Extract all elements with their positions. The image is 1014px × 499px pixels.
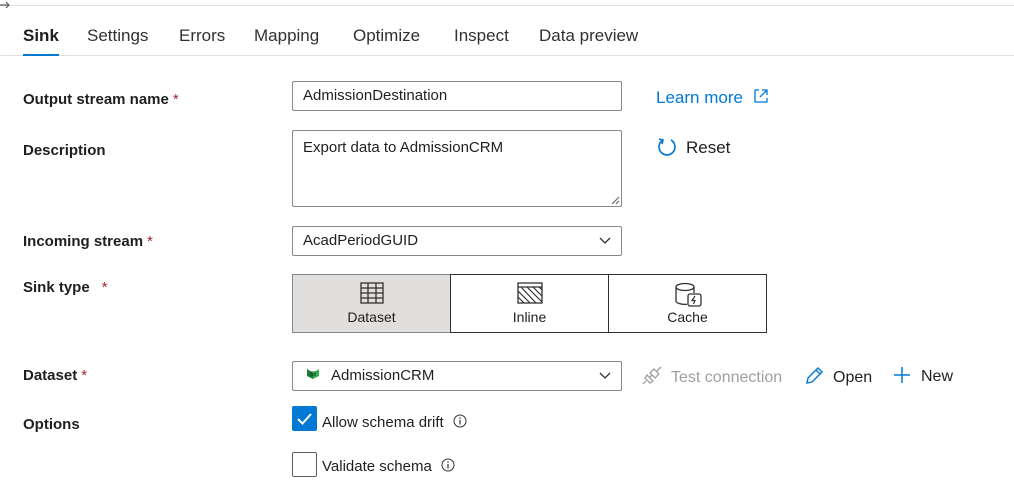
- dataset-label: Dataset *: [23, 367, 88, 384]
- test-connection-button[interactable]: Test connection: [641, 366, 782, 387]
- dataset-value: AdmissionCRM: [331, 367, 435, 384]
- reset-button[interactable]: Reset: [656, 136, 730, 158]
- cache-icon: [674, 282, 702, 307]
- table-icon: [359, 282, 384, 304]
- allow-schema-drift-label[interactable]: Allow schema drift: [322, 414, 467, 431]
- required-mark: *: [81, 367, 88, 384]
- info-icon[interactable]: [453, 414, 467, 428]
- tab-mapping[interactable]: Mapping: [254, 24, 319, 56]
- new-button[interactable]: New: [893, 366, 953, 386]
- incoming-stream-value: AcadPeriodGUID: [303, 232, 419, 249]
- tab-bar: Sink Settings Errors Mapping Optimize In…: [0, 24, 1014, 56]
- external-link-icon: [754, 89, 768, 103]
- validate-schema-checkbox[interactable]: [292, 452, 317, 477]
- description-textarea[interactable]: Export data to AdmissionCRM: [292, 130, 622, 207]
- output-stream-name-input[interactable]: AdmissionDestination: [292, 81, 622, 111]
- info-icon[interactable]: [441, 458, 455, 472]
- required-mark: *: [101, 279, 108, 296]
- incoming-stream-dropdown[interactable]: AcadPeriodGUID: [292, 226, 622, 256]
- sink-type-inline-option[interactable]: Inline: [450, 274, 609, 333]
- reset-icon: [658, 138, 676, 156]
- plus-icon: [894, 367, 910, 383]
- open-button[interactable]: Open: [804, 366, 872, 387]
- allow-schema-drift-checkbox[interactable]: [292, 406, 317, 431]
- pencil-icon: [806, 367, 823, 384]
- options-label: Options: [23, 416, 80, 433]
- tab-data-preview[interactable]: Data preview: [539, 24, 638, 56]
- tab-inspect[interactable]: Inspect: [454, 24, 509, 56]
- chevron-down-icon: [599, 237, 611, 244]
- tab-settings[interactable]: Settings: [87, 24, 148, 56]
- output-stream-name-label: Output stream name *: [23, 91, 179, 108]
- chevron-down-icon: [599, 372, 611, 379]
- dynamics-crm-icon: [307, 369, 319, 379]
- validate-schema-label[interactable]: Validate schema: [322, 458, 455, 475]
- inline-icon: [516, 282, 543, 304]
- learn-more-link[interactable]: Learn more: [656, 88, 769, 108]
- checkmark-icon: [297, 413, 312, 425]
- required-mark: *: [147, 233, 153, 250]
- tab-optimize[interactable]: Optimize: [353, 24, 420, 56]
- sink-type-dataset-option[interactable]: Dataset: [292, 274, 451, 333]
- collapse-arrow-icon[interactable]: [0, 0, 12, 10]
- tab-errors[interactable]: Errors: [179, 24, 225, 56]
- required-mark: *: [172, 91, 179, 108]
- incoming-stream-label: Incoming stream *: [23, 233, 153, 250]
- plug-disconnected-icon: [642, 366, 662, 385]
- resize-grip-icon[interactable]: [610, 195, 620, 205]
- description-text: Export data to AdmissionCRM: [303, 139, 504, 156]
- description-label: Description: [23, 142, 106, 159]
- top-divider: [0, 5, 1014, 6]
- tab-sink[interactable]: Sink: [23, 24, 59, 56]
- sink-type-cache-option[interactable]: Cache: [608, 274, 767, 333]
- dataset-dropdown[interactable]: AdmissionCRM: [292, 361, 622, 391]
- sink-type-label: Sink type *: [23, 279, 108, 296]
